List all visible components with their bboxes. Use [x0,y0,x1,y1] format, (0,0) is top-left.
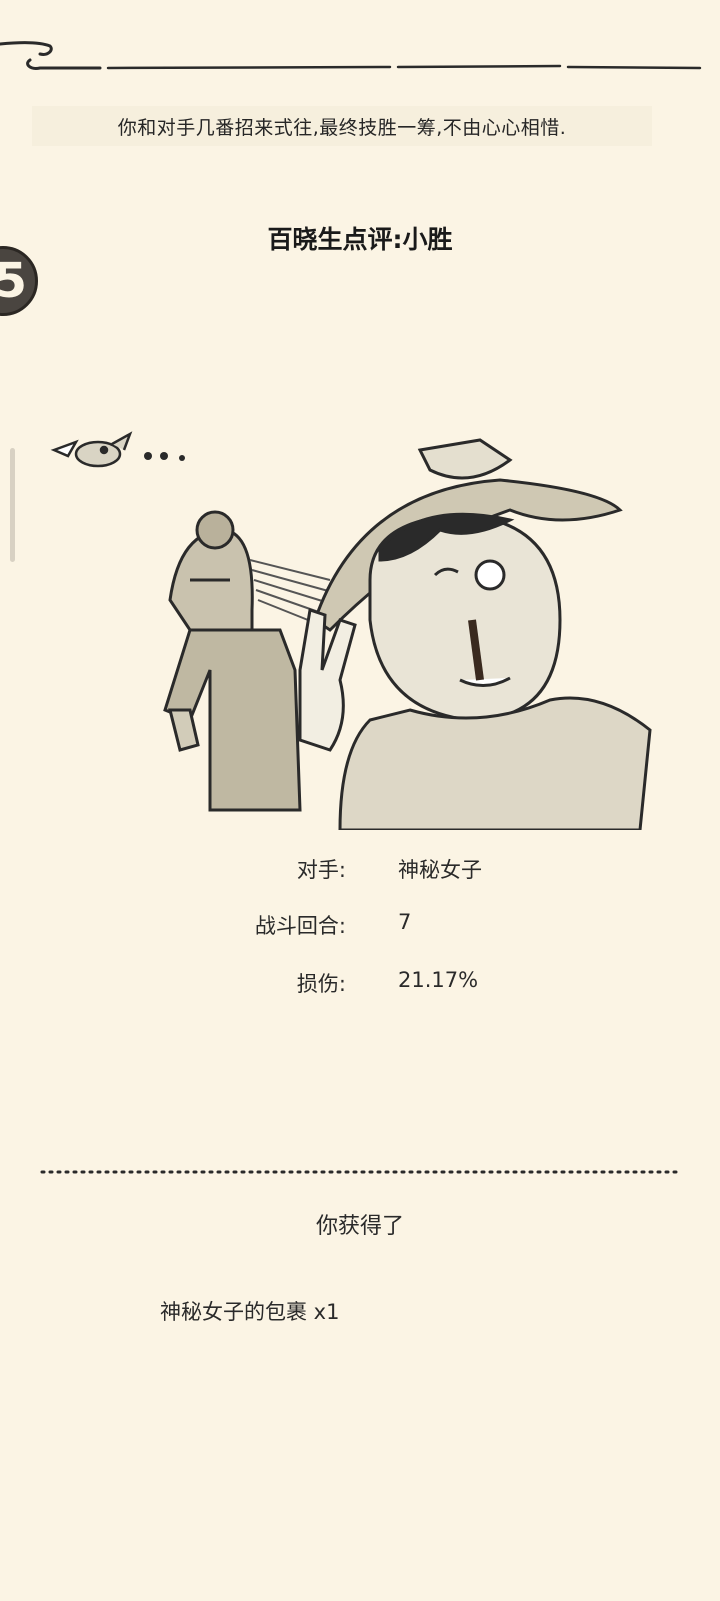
stat-value: 7 [398,910,412,934]
stat-row-damage: 损伤: 21.17% [0,968,720,1008]
stat-row-rounds: 战斗回合: 7 [0,910,720,950]
scrollbar[interactable] [10,448,15,562]
dotted-divider [40,1170,680,1174]
stat-label: 损伤: [296,972,346,996]
ellipsis-dot [144,452,152,460]
bird-icon [50,431,133,468]
victorious-fighter [298,438,652,830]
ellipsis-dot [179,455,185,461]
round-number-badge: 5 [0,246,38,316]
rewards-title: 你获得了 [315,1214,404,1239]
stat-value: 21.17% [398,968,479,992]
stat-value: 神秘女子 [398,858,482,882]
stat-label: 战斗回合: [254,914,346,938]
stat-label: 对手: [296,858,346,882]
reward-item: 神秘女子的包裹 x1 [160,1300,340,1324]
battle-result-illustration [50,431,652,830]
top-ink-border [0,41,702,70]
defeated-fighter [163,510,302,812]
stat-row-opponent: 对手: 神秘女子 [0,854,720,894]
ellipsis-dot [160,452,168,460]
verdict-title: 百晓生点评:小胜 [267,225,453,254]
battle-summary-text: 你和对手几番招来式往,最终技胜一筹,不由心心相惜. [32,106,652,146]
